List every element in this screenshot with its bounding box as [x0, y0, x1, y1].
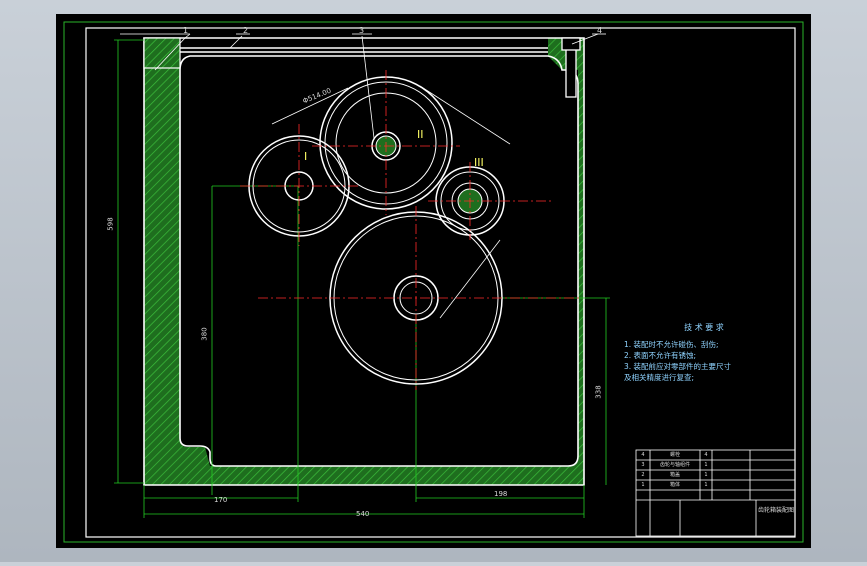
table-row: 4 螺栓 4 [636, 451, 750, 461]
dim-shaft-height: 380 [200, 327, 209, 341]
table-row: 3 齿轮与轴组件 1 [636, 461, 750, 471]
balloon-2: 2 [243, 26, 249, 35]
row-qty: 4 [704, 452, 708, 458]
dim-gear-diameter: Φ514.00 [301, 86, 333, 106]
gear-label-iii: III [474, 156, 484, 169]
notes-line: 及相关精度进行复查; [624, 373, 695, 382]
gear-label-i: I [304, 150, 308, 163]
row-qty: 1 [704, 482, 708, 488]
row-qty: 1 [704, 472, 708, 478]
dim-overall-height: 598 [106, 217, 115, 231]
balloon-1: 1 [183, 26, 189, 35]
notes-line: 2. 表面不允许有锈蚀; [624, 351, 697, 360]
notes-line: 3. 装配前应对零部件的主要尺寸 [624, 362, 732, 371]
annotation-layer: 1 2 3 4 I II III Φ514.00 598 380 338 170… [0, 0, 867, 562]
row-qty: 1 [704, 462, 708, 468]
dim-overall-width: 540 [356, 510, 370, 518]
title-block-rows: 4 螺栓 4 3 齿轮与轴组件 1 2 箱盖 1 1 箱体 1 [636, 451, 750, 491]
row-name: 齿轮与轴组件 [659, 462, 690, 468]
row-no: 1 [641, 482, 645, 488]
notes-line: 1. 装配时不允许碰伤、刮伤; [624, 340, 719, 349]
drawing-name: 齿轮箱装配图 [758, 507, 795, 514]
row-name: 箱体 [669, 482, 680, 488]
row-name: 螺栓 [669, 452, 680, 458]
cad-drawing-viewport[interactable]: 1 2 3 4 I II III Φ514.00 598 380 338 170… [0, 0, 867, 562]
balloon-3: 3 [359, 26, 365, 35]
balloon-4: 4 [597, 26, 603, 35]
table-row: 2 箱盖 1 [636, 471, 750, 481]
technical-notes: 技 术 要 求 1. 装配时不允许碰伤、刮伤; 2. 表面不允许有锈蚀; 3. … [624, 322, 784, 383]
row-no: 3 [641, 462, 645, 468]
dim-right-offset: 198 [494, 490, 508, 498]
notes-title: 技 术 要 求 [684, 323, 724, 332]
gear-label-ii: II [417, 128, 424, 141]
row-no: 2 [641, 472, 645, 478]
table-row: 1 箱体 1 [636, 481, 750, 491]
dim-left-offset: 170 [214, 496, 228, 504]
dim-right-height: 338 [594, 385, 603, 399]
row-no: 4 [641, 452, 645, 458]
row-name: 箱盖 [669, 472, 680, 478]
